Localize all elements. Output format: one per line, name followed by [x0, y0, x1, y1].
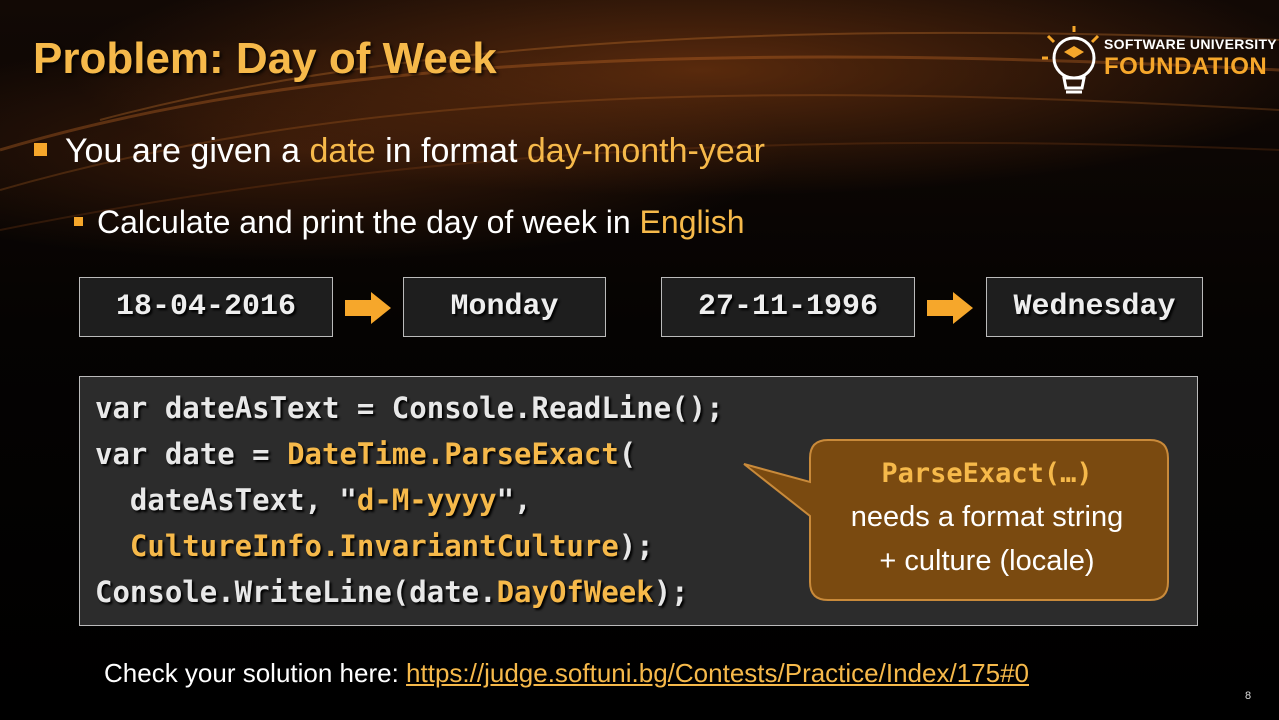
code-line-4: CultureInfo.InvariantCulture); — [129, 529, 654, 563]
bullet-2: Calculate and print the day of week in E… — [74, 204, 745, 241]
code-line-2: var date = DateTime.ParseExact( — [95, 437, 637, 471]
code-line-5: Console.WriteLine(date.DayOfWeek); — [95, 575, 689, 609]
bullet-1-highlight-format: day-month-year — [526, 132, 765, 170]
callout-title: ParseExact(…) — [881, 458, 1093, 489]
code-line-1: var dateAsText = Console.ReadLine(); — [95, 391, 724, 425]
bullet-1: You are given a date in format day-month… — [34, 132, 765, 171]
arrow-right-icon — [345, 292, 391, 324]
square-bullet-icon — [34, 143, 47, 156]
bullet-1-text-2: in format — [375, 132, 527, 170]
bullet-2-text: Calculate and print the day of week in — [97, 204, 640, 240]
callout-text: ParseExact(…) needs a format string + cu… — [806, 450, 1168, 583]
example-2-input: 27-11-1996 — [661, 277, 915, 337]
callout-line-2: + culture (locale) — [879, 545, 1095, 577]
footer-text: Check your solution here: — [104, 658, 407, 688]
bullet-2-highlight: English — [639, 204, 745, 240]
code-line-3: dateAsText, "d-M-yyyy", — [95, 483, 532, 517]
page-number: 8 — [1245, 690, 1252, 702]
square-bullet-icon — [74, 217, 83, 226]
example-1-output: Monday — [403, 277, 606, 337]
example-2-output: Wednesday — [986, 277, 1203, 337]
lightbulb-logo-icon — [1042, 26, 1100, 94]
bullet-1-highlight-date: date — [309, 132, 376, 170]
slide-title: Problem: Day of Week — [33, 34, 497, 83]
slide: Problem: Day of Week SOFTWARE UNIVERSITY… — [0, 0, 1279, 720]
judge-link[interactable]: https://judge.softuni.bg/Contests/Practi… — [406, 658, 1029, 688]
logo-line-1: SOFTWARE UNIVERSITY — [1104, 36, 1277, 52]
arrow-right-icon — [927, 292, 973, 324]
footer: Check your solution here: https://judge.… — [104, 658, 1029, 689]
bullet-1-text: You are given a — [65, 132, 310, 170]
example-1-input: 18-04-2016 — [79, 277, 333, 337]
callout-line-1: needs a format string — [850, 501, 1124, 533]
logo-line-2: FOUNDATION — [1104, 53, 1268, 80]
